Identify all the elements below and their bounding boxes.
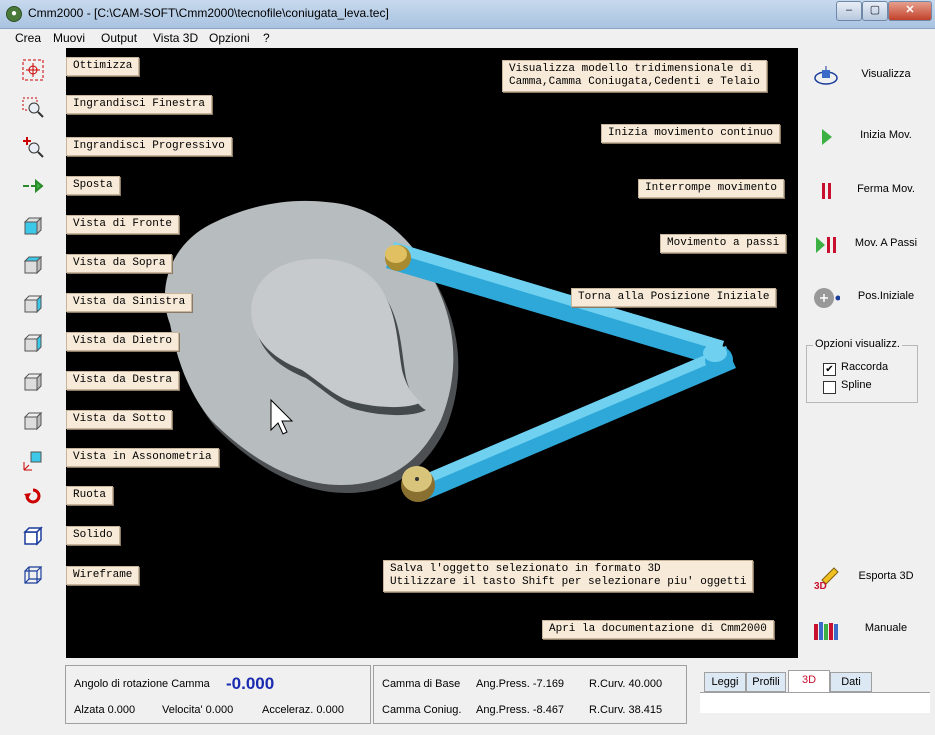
base-cam-label: Camma di Base <box>382 678 461 690</box>
optimize-icon[interactable] <box>20 57 46 83</box>
coniug-curv-value: R.Curv. 38.415 <box>589 704 663 716</box>
app-icon: ● <box>6 6 22 22</box>
tooltip-ruota[interactable]: Ruota <box>66 486 114 505</box>
options-group: Opzioni visualizz. ✔ Raccorda Spline <box>806 338 918 403</box>
svg-text:3D: 3D <box>814 581 827 590</box>
tooltip-passi: Movimento a passi <box>660 234 787 253</box>
maximize-button[interactable]: ▢ <box>862 1 888 21</box>
visualizza-button[interactable]: Visualizza <box>806 56 926 96</box>
manuale-button[interactable]: Manuale <box>806 610 926 650</box>
menu-crea[interactable]: Crea <box>15 31 41 45</box>
home-position-icon <box>812 286 841 310</box>
tab-dati[interactable]: Dati <box>830 672 872 692</box>
options-title: Opzioni visualizz. <box>813 338 902 350</box>
raccorda-checkbox[interactable]: ✔ <box>823 363 836 376</box>
base-curv-value: R.Curv. 40.000 <box>589 678 663 690</box>
tooltip-inizia: Inizia movimento continuo <box>601 124 781 143</box>
tooltip-vista-destra[interactable]: Vista da Destra <box>66 371 180 390</box>
tab-3d[interactable]: 3D <box>788 670 830 692</box>
esporta-3d-label: Esporta 3D <box>858 570 914 582</box>
tooltip-visualizza: Visualizza modello tridimensionale di Ca… <box>502 60 767 92</box>
angle-value: -0.000 <box>226 674 275 693</box>
tooltip-vista-sotto[interactable]: Vista da Sotto <box>66 410 173 429</box>
tooltip-vista-dietro[interactable]: Vista da Dietro <box>66 332 180 351</box>
velocita-value: Velocita' 0.000 <box>162 704 234 716</box>
tooltip-wireframe[interactable]: Wireframe <box>66 566 140 585</box>
inizia-mov-label: Inizia Mov. <box>860 129 912 141</box>
tooltip-ingrandisci-finestra[interactable]: Ingrandisci Finestra <box>66 95 213 114</box>
cube-top-icon[interactable] <box>20 252 46 278</box>
mov-a-passi-label: Mov. A Passi <box>854 237 918 249</box>
menu-output[interactable]: Output <box>101 31 137 45</box>
menu-muovi[interactable]: Muovi <box>53 31 85 45</box>
axonometric-icon[interactable] <box>20 447 46 473</box>
status-angle-panel: Angolo di rotazione Camma -0.000 Alzata … <box>65 665 371 724</box>
cube-front-icon[interactable] <box>20 213 46 239</box>
zoom-window-icon[interactable] <box>20 95 46 121</box>
tooltip-vista-sinistra[interactable]: Vista da Sinistra <box>66 293 193 312</box>
base-press-value: Ang.Press. -7.169 <box>476 678 565 690</box>
pan-arrow-icon[interactable] <box>20 173 46 199</box>
tooltip-vista-sopra[interactable]: Vista da Sopra <box>66 254 173 273</box>
tooltip-salva: Salva l'oggetto selezionato in formato 3… <box>383 560 754 592</box>
manuale-label: Manuale <box>864 622 908 634</box>
tooltip-ottimizza[interactable]: Ottimizza <box>66 57 140 76</box>
inizia-mov-button[interactable]: Inizia Mov. <box>806 117 926 157</box>
spline-label: Spline <box>841 379 872 391</box>
visualize-3d-icon <box>812 64 840 88</box>
title-bar: ● Cmm2000 - [C:\CAM-SOFT\Cmm2000\tecnofi… <box>0 0 935 29</box>
close-button[interactable]: ✕ <box>888 1 932 21</box>
tab-leggi[interactable]: Leggi <box>704 672 746 692</box>
ferma-mov-label: Ferma Mov. <box>857 183 915 195</box>
coniug-press-value: Ang.Press. -8.467 <box>476 704 565 716</box>
tooltip-ingrandisci-progressivo[interactable]: Ingrandisci Progressivo <box>66 137 232 156</box>
tab-profili[interactable]: Profili <box>746 672 786 692</box>
status-cam-panel: Camma di Base Ang.Press. -7.169 R.Curv. … <box>373 665 687 724</box>
tooltip-sposta[interactable]: Sposta <box>66 176 120 195</box>
tooltip-torna: Torna alla Posizione Iniziale <box>571 288 777 307</box>
export-3d-icon: 3D <box>812 566 840 592</box>
pos-iniziale-label: Pos.Iniziale <box>857 290 915 302</box>
visualizza-label: Visualizza <box>861 68 911 80</box>
play-icon <box>812 125 840 149</box>
zoom-progressive-icon[interactable] <box>20 134 46 160</box>
rotate-icon[interactable] <box>20 483 46 509</box>
menu-vista3d[interactable]: Vista 3D <box>153 31 198 45</box>
cube-bottom-icon[interactable] <box>20 408 46 434</box>
menu-bar: Crea Muovi Output Vista 3D Opzioni ? <box>0 29 935 47</box>
wireframe-cube-icon[interactable] <box>20 562 46 588</box>
ferma-mov-button[interactable]: Ferma Mov. <box>806 171 926 211</box>
pos-iniziale-button[interactable]: Pos.Iniziale <box>806 278 926 318</box>
acceleraz-value: Acceleraz. 0.000 <box>262 704 344 716</box>
minimize-button[interactable]: – <box>836 1 862 21</box>
tooltip-vista-assonometria[interactable]: Vista in Assonometria <box>66 448 219 467</box>
coniug-cam-label: Camma Coniug. <box>382 704 462 716</box>
mov-a-passi-button[interactable]: Mov. A Passi <box>806 225 926 265</box>
cube-back-icon[interactable] <box>20 330 46 356</box>
manual-books-icon <box>812 618 840 642</box>
angle-label: Angolo di rotazione Camma <box>74 678 210 690</box>
cube-right-icon[interactable] <box>20 369 46 395</box>
3d-viewport[interactable]: Ottimizza Ingrandisci Finestra Ingrandis… <box>66 48 798 658</box>
tooltip-interrompe: Interrompe movimento <box>638 179 785 198</box>
right-panel: Visualizza Inizia Mov. Ferma Mov. Mov. A… <box>798 48 935 658</box>
left-toolbar <box>0 48 66 658</box>
step-icon <box>812 233 840 257</box>
window-title: Cmm2000 - [C:\CAM-SOFT\Cmm2000\tecnofile… <box>28 6 389 20</box>
tab-body <box>700 692 930 713</box>
tooltip-apri: Apri la documentazione di Cmm2000 <box>542 620 774 639</box>
esporta-3d-button[interactable]: 3D Esporta 3D <box>806 558 926 598</box>
tooltip-solido[interactable]: Solido <box>66 526 120 545</box>
pause-icon <box>812 179 840 203</box>
menu-help[interactable]: ? <box>263 31 270 45</box>
alzata-value: Alzata 0.000 <box>74 704 136 716</box>
spline-checkbox[interactable] <box>823 381 836 394</box>
cube-left-icon[interactable] <box>20 291 46 317</box>
tooltip-vista-fronte[interactable]: Vista di Fronte <box>66 215 180 234</box>
menu-opzioni[interactable]: Opzioni <box>209 31 250 45</box>
raccorda-label: Raccorda <box>841 361 889 373</box>
solid-cube-icon[interactable] <box>20 523 46 549</box>
